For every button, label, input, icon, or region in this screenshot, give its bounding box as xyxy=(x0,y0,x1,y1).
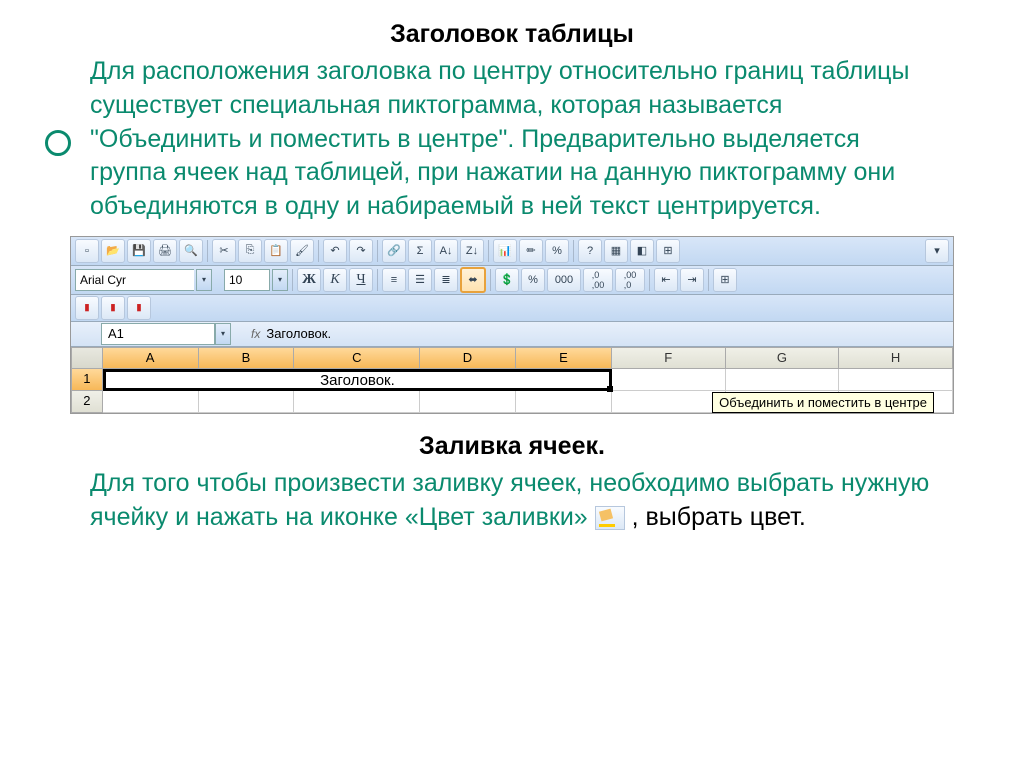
separator xyxy=(490,269,491,291)
name-dropdown-icon[interactable]: ▾ xyxy=(215,323,231,345)
name-box[interactable]: A1 xyxy=(101,323,215,345)
misc-icon[interactable]: ▦ xyxy=(604,239,628,263)
new-icon[interactable]: ▫ xyxy=(75,239,99,263)
autosum-icon[interactable]: Σ xyxy=(408,239,432,263)
undo-icon[interactable]: ↶ xyxy=(323,239,347,263)
col-header-b[interactable]: B xyxy=(199,347,295,369)
formula-bar: A1 ▾ fx Заголовок. xyxy=(71,322,953,347)
cell-d2[interactable] xyxy=(420,391,516,413)
font-dropdown-icon[interactable]: ▾ xyxy=(196,269,212,291)
paragraph-1: Для расположения заголовка по центру отн… xyxy=(90,55,934,224)
dec-decimal-button[interactable]: ,00,0 xyxy=(615,268,645,292)
separator xyxy=(488,240,489,262)
section-heading-1: Заголовок таблицы xyxy=(90,20,934,49)
col-header-g[interactable]: G xyxy=(726,347,840,369)
redo-icon[interactable]: ↷ xyxy=(349,239,373,263)
cell-a2[interactable] xyxy=(103,391,199,413)
cell-c2[interactable] xyxy=(294,391,420,413)
separator xyxy=(318,240,319,262)
bullet-marker xyxy=(45,130,71,156)
misc2-icon[interactable]: ◧ xyxy=(630,239,654,263)
col-header-a[interactable]: A xyxy=(103,347,199,369)
pdf-icon-2[interactable]: ▮ xyxy=(101,296,125,320)
size-dropdown-icon[interactable]: ▾ xyxy=(272,269,288,291)
separator xyxy=(573,240,574,262)
col-header-e[interactable]: E xyxy=(516,347,612,369)
standard-toolbar: ▫ 📂 💾 🖨 🔍 ✂ ⎘ 📋 🖌 ↶ ↷ 🔗 Σ A↓ Z↓ 📊 ✏ % ? … xyxy=(71,237,953,266)
indent-dec-icon[interactable]: ⇤ xyxy=(654,268,678,292)
separator xyxy=(377,240,378,262)
column-headers: A B C D E F G H xyxy=(71,347,953,369)
paragraph-2: Для того чтобы произвести заливку ячеек,… xyxy=(90,467,934,535)
options-icon[interactable]: ▾ xyxy=(925,239,949,263)
font-name-box[interactable]: Arial Cyr xyxy=(75,269,194,291)
separator xyxy=(708,269,709,291)
cell-e2[interactable] xyxy=(516,391,612,413)
currency-icon[interactable]: 💲 xyxy=(495,268,519,292)
cell-f1[interactable] xyxy=(612,369,726,391)
bold-button[interactable]: Ж xyxy=(297,268,321,292)
indent-inc-icon[interactable]: ⇥ xyxy=(680,268,704,292)
chart-icon[interactable]: 📊 xyxy=(493,239,517,263)
pdf-toolbar: ▮ ▮ ▮ xyxy=(71,295,953,322)
help-icon[interactable]: ? xyxy=(578,239,602,263)
sort-desc-icon[interactable]: Z↓ xyxy=(460,239,484,263)
zoom-icon[interactable]: % xyxy=(545,239,569,263)
row-1: 1 Заголовок. xyxy=(71,369,953,391)
col-header-h[interactable]: H xyxy=(839,347,953,369)
merge-tooltip: Объединить и поместить в центре xyxy=(712,392,934,413)
formatting-toolbar: Arial Cyr ▾ 10 ▾ Ж К Ч ≡ ☰ ≣ ⬌ 💲 % 000 ,… xyxy=(71,266,953,295)
pdf-icon-3[interactable]: ▮ xyxy=(127,296,151,320)
excel-screenshot: ▫ 📂 💾 🖨 🔍 ✂ ⎘ 📋 🖌 ↶ ↷ 🔗 Σ A↓ Z↓ 📊 ✏ % ? … xyxy=(70,236,954,414)
cell-b2[interactable] xyxy=(199,391,295,413)
font-size-box[interactable]: 10 xyxy=(224,269,270,291)
merge-center-button[interactable]: ⬌ xyxy=(460,267,486,293)
align-right-icon[interactable]: ≣ xyxy=(434,268,458,292)
select-all-corner[interactable] xyxy=(71,347,103,369)
cell-g1[interactable] xyxy=(726,369,840,391)
separator xyxy=(377,269,378,291)
save-icon[interactable]: 💾 xyxy=(127,239,151,263)
paragraph-2-tail: , выбрать цвет. xyxy=(632,503,806,531)
col-header-c[interactable]: C xyxy=(294,347,420,369)
sort-asc-icon[interactable]: A↓ xyxy=(434,239,458,263)
fx-label[interactable]: fx xyxy=(251,327,260,341)
section-heading-2: Заливка ячеек. xyxy=(90,432,934,461)
row-header-2[interactable]: 2 xyxy=(71,391,103,413)
col-header-f[interactable]: F xyxy=(612,347,726,369)
format-painter-icon[interactable]: 🖌 xyxy=(290,239,314,263)
percent-button[interactable]: % xyxy=(521,268,545,292)
align-left-icon[interactable]: ≡ xyxy=(382,268,406,292)
pdf-icon-1[interactable]: ▮ xyxy=(75,296,99,320)
fill-color-icon xyxy=(595,506,625,530)
print-icon[interactable]: 🖨 xyxy=(153,239,177,263)
separator xyxy=(292,269,293,291)
cell-f2[interactable] xyxy=(612,391,726,413)
drawing-icon[interactable]: ✏ xyxy=(519,239,543,263)
paragraph-1-text: Для расположения заголовка по центру отн… xyxy=(90,57,909,220)
cut-icon[interactable]: ✂ xyxy=(212,239,236,263)
thousands-button[interactable]: 000 xyxy=(547,268,581,292)
preview-icon[interactable]: 🔍 xyxy=(179,239,203,263)
hyperlink-icon[interactable]: 🔗 xyxy=(382,239,406,263)
open-icon[interactable]: 📂 xyxy=(101,239,125,263)
underline-button[interactable]: Ч xyxy=(349,268,373,292)
separator xyxy=(649,269,650,291)
misc3-icon[interactable]: ⊞ xyxy=(656,239,680,263)
formula-text[interactable]: Заголовок. xyxy=(266,326,331,341)
cell-h1[interactable] xyxy=(839,369,953,391)
borders-icon[interactable]: ⊞ xyxy=(713,268,737,292)
row-header-1[interactable]: 1 xyxy=(71,369,103,391)
inc-decimal-button[interactable]: ,0,00 xyxy=(583,268,613,292)
separator xyxy=(207,240,208,262)
col-header-d[interactable]: D xyxy=(420,347,516,369)
align-center-icon[interactable]: ☰ xyxy=(408,268,432,292)
italic-button[interactable]: К xyxy=(323,268,347,292)
paste-icon[interactable]: 📋 xyxy=(264,239,288,263)
merged-cell-a1-e1[interactable]: Заголовок. xyxy=(103,369,613,391)
copy-icon[interactable]: ⎘ xyxy=(238,239,262,263)
